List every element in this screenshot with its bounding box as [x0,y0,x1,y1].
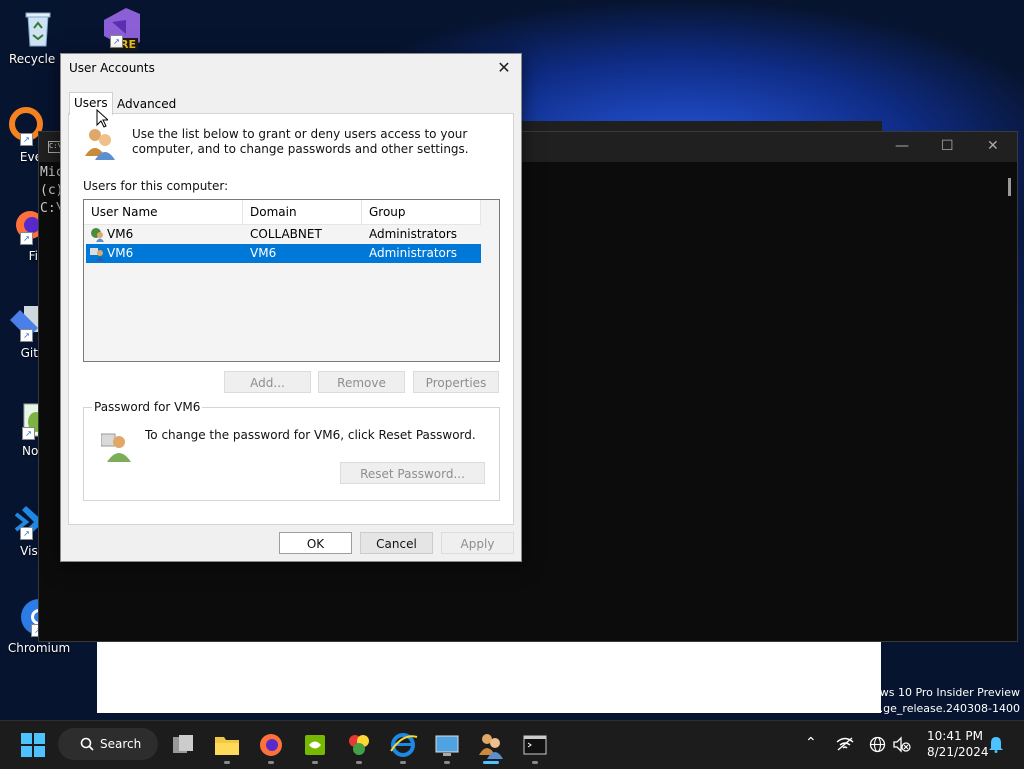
search-label: Search [100,737,142,751]
shortcut-arrow-icon: ↗ [20,329,33,342]
shortcut-arrow-icon: ↗ [20,527,33,540]
visual-studio-preview-icon: PRE ↗ [96,8,140,51]
reset-password-button[interactable]: Reset Password... [340,462,485,484]
shortcut-arrow-icon: ↗ [22,427,35,440]
build-watermark-line1: ows 10 Pro Insider Preview [873,686,1020,699]
password-instructions: To change the password for VM6, click Re… [145,428,476,442]
taskbar-nvidia[interactable] [299,729,331,764]
background-window-top [520,121,882,131]
shortcut-arrow-icon: ↗ [20,232,33,245]
tab-panel-users: Use the list below to grant or deny user… [68,113,514,525]
maximize-button[interactable]: ☐ [941,138,954,154]
desktop-icon-label: Chromium [7,641,71,655]
volume-muted-icon[interactable] [893,736,911,753]
intro-text: Use the list below to grant or deny user… [132,127,469,156]
user-accounts-dialog[interactable]: User Accounts ✕ Use the list below to gr… [60,53,522,562]
clock[interactable]: 10:41 PM 8/21/2024 [927,728,989,760]
active-indicator [483,761,499,764]
group-cell: Administrators [369,246,458,260]
file-explorer-icon [215,737,239,755]
running-indicator [224,761,230,764]
taskbar-search[interactable]: Search [58,728,158,760]
tab-advanced[interactable]: Advanced [113,94,180,114]
user-row[interactable]: VM6 COLLABNET Administrators [86,225,481,244]
network-offline-icon[interactable] [836,736,854,752]
dialog-title: User Accounts [69,61,155,75]
running-indicator [400,761,406,764]
background-window[interactable] [97,641,881,713]
password-group-title: Password for VM6 [92,400,203,414]
taskbar-firefox[interactable] [255,729,287,764]
running-indicator [312,761,318,764]
running-indicator [444,761,450,764]
domain-cell: VM6 [250,246,277,260]
clock-time: 10:41 PM [927,729,983,743]
recycle-bin-icon [18,8,58,48]
show-hidden-icons-button[interactable]: ⌃ [805,735,817,751]
puzzle-app-icon [349,735,369,755]
users-list[interactable]: User Name Domain Group VM6 COLLABNET Adm… [83,199,500,362]
internet-explorer-icon [390,733,418,757]
globe-icon[interactable] [869,736,886,753]
build-watermark-line2: 80.ge_release.240308-1400 [865,702,1020,715]
local-user-icon [90,248,104,261]
add-user-button[interactable]: Add... [224,371,311,393]
column-header-group[interactable]: Group [362,200,481,224]
user-name-cell: VM6 [107,246,134,260]
user-name-cell: VM6 [107,227,134,241]
user-row-selected[interactable]: VM6 VM6 Administrators [86,244,481,263]
cancel-button[interactable]: Cancel [360,532,433,554]
close-button[interactable]: ✕ [987,138,999,154]
taskbar-file-explorer[interactable] [211,729,243,764]
column-header-domain[interactable]: Domain [243,200,362,224]
desktop-icon-visual-studio-preview[interactable]: PRE ↗ [80,8,152,52]
properties-button[interactable]: Properties [413,371,499,393]
windows-logo-icon [21,733,45,757]
taskbar-remote-desktop[interactable] [431,729,463,764]
apply-button[interactable]: Apply [441,532,514,554]
minimize-button[interactable]: — [895,138,909,154]
password-group: Password for VM6 To change the password … [83,400,500,501]
search-icon [80,737,94,751]
list-header: User Name Domain Group [84,200,481,225]
column-header-user-name[interactable]: User Name [84,200,243,224]
mouse-cursor-icon [96,109,108,128]
console-scrollbar[interactable] [1008,178,1011,196]
users-list-label: Users for this computer: [83,179,229,193]
users-icon [85,129,115,160]
dialog-close-button[interactable]: ✕ [493,57,515,79]
task-view-icon [173,735,193,753]
running-indicator [532,761,538,764]
shortcut-arrow-icon: ↗ [20,133,33,146]
taskbar: Search ⌃ 10:41 PM 8/21/2024 [0,720,1024,769]
firefox-icon [260,734,282,756]
taskbar-task-view[interactable] [167,729,199,761]
notification-bell-icon[interactable] [988,735,1004,753]
remote-desktop-icon [435,735,459,756]
domain-cell: COLLABNET [250,227,322,241]
taskbar-terminal[interactable] [519,729,551,764]
user-accounts-icon [479,734,503,759]
user-password-icon [101,433,131,462]
shortcut-arrow-icon: ↗ [110,35,123,48]
ok-button[interactable]: OK [279,532,352,554]
taskbar-puzzle-app[interactable] [343,729,375,764]
running-indicator [268,761,274,764]
taskbar-internet-explorer[interactable] [387,729,419,764]
group-cell: Administrators [369,227,458,241]
remove-user-button[interactable]: Remove [318,371,405,393]
nvidia-icon [305,735,325,755]
clock-date: 8/21/2024 [927,745,989,759]
domain-user-icon [91,228,104,242]
terminal-icon [523,735,547,755]
start-button[interactable] [17,729,49,761]
running-indicator [356,761,362,764]
taskbar-user-accounts[interactable] [475,729,507,764]
